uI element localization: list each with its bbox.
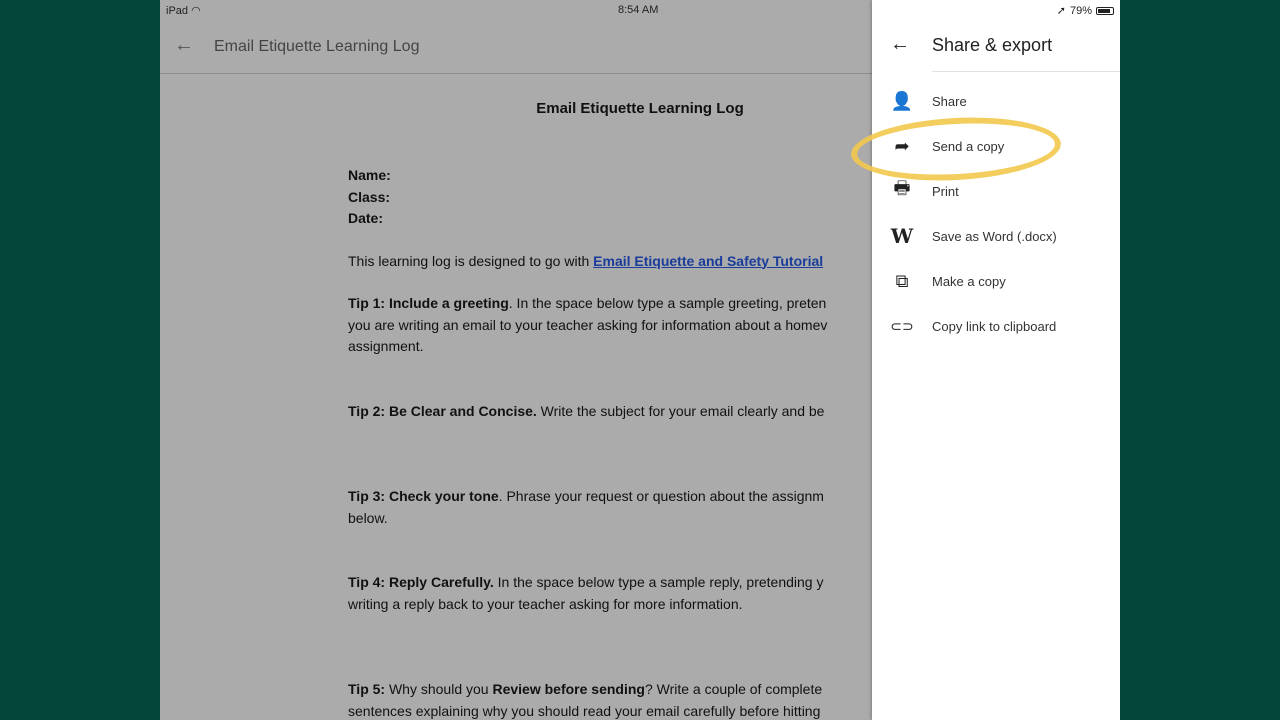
tip5-text: Why should you: [385, 681, 493, 697]
battery-percent: 79%: [1069, 4, 1092, 17]
menu-item-copy-link[interactable]: ⊂⊃ Copy link to clipboard: [872, 306, 1120, 346]
ipad-screen: iPad ◠ 8:54 AM ← Email Etiquette Learnin…: [160, 0, 1120, 720]
tip2-title: Tip 2: Be Clear and Concise.: [348, 402, 537, 419]
wifi-icon: ◠: [191, 5, 201, 17]
tip1-text: . In the space below type a sample greet…: [508, 295, 827, 311]
battery-icon: [1096, 6, 1114, 15]
device-label: iPad ◠: [166, 4, 201, 17]
tip1-title: Tip 1: Include a greeting: [348, 295, 509, 311]
tip1-line2: you are writing an email to your teacher…: [348, 316, 828, 333]
menu-label: Print: [932, 183, 959, 199]
tip4-text: In the space below type a sample reply, …: [493, 574, 824, 590]
menu-label: Share: [932, 93, 967, 109]
print-icon: 🖶: [893, 178, 911, 198]
panel-title: Share & export: [932, 35, 1053, 55]
doc-toolbar: ← Email Etiquette Learning Log: [160, 20, 872, 74]
tip5-bold: Review before sending: [492, 681, 645, 697]
back-arrow-icon[interactable]: ←: [890, 33, 910, 56]
menu-item-save-word[interactable]: W Save as Word (.docx): [872, 216, 1120, 256]
copy-icon: ⧉: [895, 270, 909, 291]
forward-icon: ➦: [894, 135, 910, 156]
menu-label: Copy link to clipboard: [932, 318, 1057, 334]
tip4-line2: writing a reply back to your teacher ask…: [348, 595, 743, 612]
tip1-line3: assignment.: [348, 338, 424, 354]
document-heading: Email Etiquette Learning Log: [536, 100, 744, 117]
menu-label: Save as Word (.docx): [932, 228, 1057, 244]
tip2-text: Write the subject for your email clearly…: [536, 402, 825, 419]
tip5-line2: sentences explaining why you should read…: [348, 702, 821, 719]
tip4-title: Tip 4: Reply Carefully.: [348, 574, 494, 590]
back-arrow-icon[interactable]: ←: [174, 34, 194, 57]
location-icon: ➚: [1056, 5, 1066, 17]
tip3-line2: below.: [348, 509, 388, 526]
date-label: Date:: [348, 210, 384, 226]
name-label: Name:: [348, 167, 391, 183]
menu-label: Send a copy: [932, 138, 1005, 154]
tip3-title: Tip 3: Check your tone: [348, 488, 499, 504]
word-icon: W: [890, 224, 914, 248]
menu-item-make-copy[interactable]: ⧉ Make a copy: [872, 261, 1120, 301]
device-name: iPad: [166, 5, 189, 17]
tip3-text: . Phrase your request or question about …: [498, 488, 824, 504]
tip5-title: Tip 5:: [348, 681, 386, 697]
intro-text: This learning log is designed to go with: [348, 252, 594, 269]
tutorial-link[interactable]: Email Etiquette and Safety Tutorial: [593, 253, 823, 269]
menu-item-send-copy[interactable]: ➦ Send a copy: [872, 126, 1120, 166]
person-add-icon: 👤: [890, 90, 914, 111]
doc-title: Email Etiquette Learning Log: [214, 38, 420, 55]
link-icon: ⊂⊃: [890, 317, 914, 334]
divider: [932, 71, 1120, 72]
document: Email Etiquette Learning Log Name: Class…: [160, 75, 872, 720]
class-label: Class:: [348, 188, 391, 205]
menu-label: Make a copy: [932, 273, 1006, 289]
menu-item-print[interactable]: 🖶 Print: [872, 171, 1120, 211]
clock: 8:54 AM: [618, 4, 659, 16]
status-right: ➚ 79%: [1057, 4, 1114, 17]
share-export-panel: ➚ 79% ← Share & export 👤 Share ➦ Send a cop…: [872, 0, 1120, 720]
menu-item-share[interactable]: 👤 Share: [872, 81, 1120, 121]
tip5-text-2: ? Write a couple of complete: [644, 681, 823, 697]
